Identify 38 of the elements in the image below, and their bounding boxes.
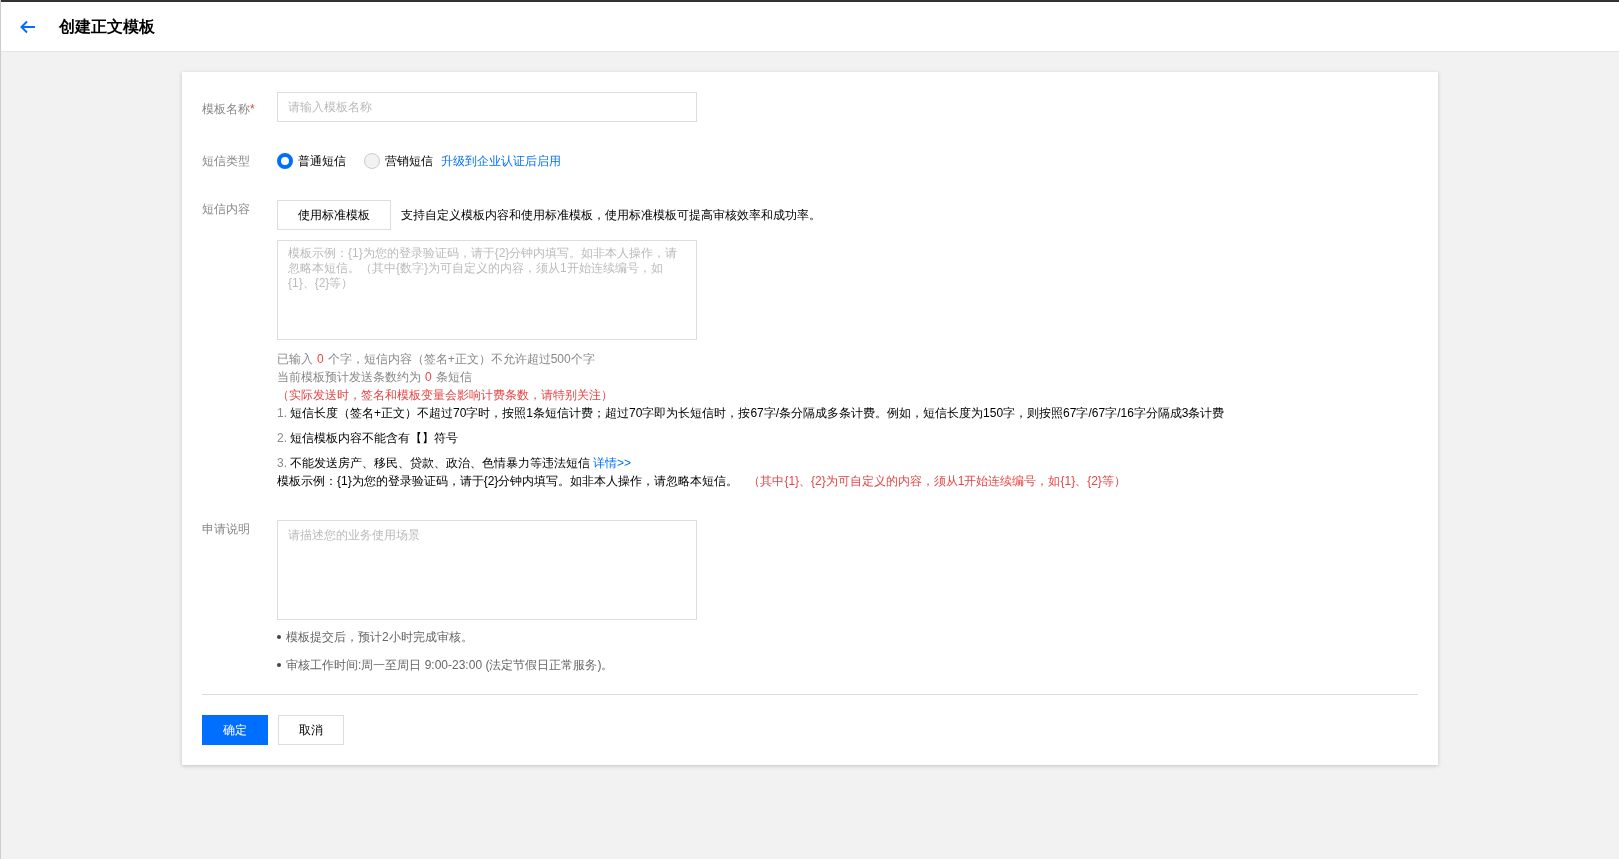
rule-number: 2. [277, 430, 287, 447]
note-text: 审核工作时间:周一至周日 9:00-23:00 (法定节假日正常服务)。 [286, 657, 614, 674]
example-note: （其中{1}、{2}为可自定义的内容，须从1开始连续编号，如{1}、{2}等） [748, 473, 1126, 490]
radio-label: 营销短信 [385, 153, 433, 170]
page-title: 创建正文模板 [59, 16, 155, 37]
required-mark: * [250, 101, 255, 118]
count-value: 0 [317, 351, 324, 368]
sms-content-field[interactable]: 模板示例：{1}为您的登录验证码，请于{2}分钟内填写。如非本人操作，请忽略本短信。（其中{数字}为可自定义的内容，须从1开始连续编号，如{1}、{2}等） [277, 240, 697, 340]
field-label: 申请说明 [202, 521, 251, 538]
field-label: 短信内容 [202, 201, 251, 218]
count-text: 个字，短信内容（签名+正文）不允许超过500个字 [327, 351, 595, 368]
application-field[interactable]: 请描述您的业务使用场景 [277, 520, 697, 620]
rule-number: 3. [277, 455, 287, 472]
details-link[interactable]: 详情>> [593, 454, 632, 472]
field-label: 短信类型 [202, 153, 251, 170]
rule-number: 1. [277, 405, 287, 422]
warning-text: （实际发送时，签名和模板变量会影响计费条数，请特别关注） [277, 387, 614, 404]
estimate-text: 当前模板预计发送条数约为 [277, 369, 421, 386]
bullet-icon [277, 635, 281, 639]
confirm-button[interactable]: 确定 [202, 715, 268, 745]
rule-text: 短信长度（签名+正文）不超过70字时，按照1条短信计费；超过70字即为长短信时，按67字/条分隔成多条计费。例如，短信长度为150字，则按照67字/67字/16字分隔成3条计费 [290, 405, 1225, 422]
example-text: 模板示例：{1}为您的登录验证码，请于{2}分钟内填写。如非本人操作，请忽略本短信。 [277, 473, 739, 490]
cancel-button[interactable]: 取消 [278, 715, 344, 745]
standard-template-button[interactable]: 使用标准模板 [277, 200, 391, 230]
template-name-field[interactable]: 请输入模板名称 [277, 92, 697, 122]
rule-text: 短信模板内容不能含有【】符号 [290, 430, 458, 447]
radio-label: 普通短信 [298, 153, 346, 170]
estimate-text: 条短信 [435, 369, 472, 386]
rule-text: 不能发送房产、移民、贷款、政治、色情暴力等违法短信 [290, 455, 590, 472]
radio-button[interactable] [364, 153, 380, 169]
radio-button[interactable] [277, 153, 293, 169]
bullet-icon [277, 663, 281, 667]
count-text: 已输入 [277, 351, 313, 368]
field-label: 模板名称 [202, 101, 250, 118]
note-text: 模板提交后，预计2小时完成审核。 [286, 629, 473, 646]
hint-text: 支持自定义模板内容和使用标准模板，使用标准模板可提高审核效率和成功率。 [401, 207, 821, 224]
estimate-value: 0 [425, 369, 432, 386]
upgrade-link[interactable]: 升级到企业认证后启用 [441, 152, 561, 170]
